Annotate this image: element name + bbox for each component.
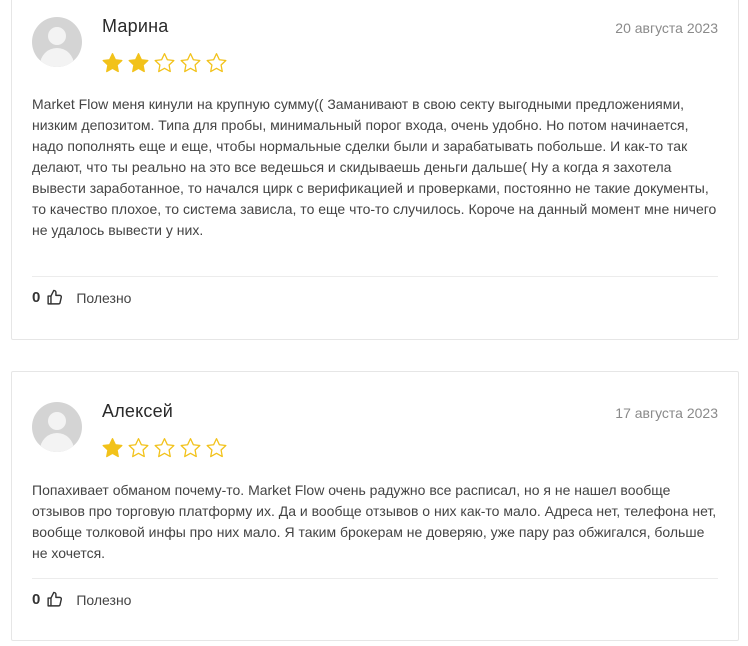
helpful-row: 0 Полезно [32,591,131,608]
review-text: Попахивает обманом почему-то. Market Flo… [32,482,717,561]
review-author-name: Алексей [102,401,174,421]
divider [32,276,718,277]
star-empty-icon [154,53,175,73]
user-avatar-icon [32,17,82,67]
like-count: 0 [32,289,41,306]
helpful-row: 0 Полезно [32,289,131,306]
review-date: 20 августа 2023 [615,20,718,36]
star-empty-icon [128,438,149,458]
review-author-name: Марина [102,16,169,36]
thumbs-up-icon[interactable] [46,289,63,306]
review-text: Market Flow меня кинули на крупную сумму… [32,96,717,238]
user-avatar-icon [32,402,82,452]
thumbs-up-icon[interactable] [46,591,63,608]
divider [32,578,718,579]
star-rating [101,437,228,459]
star-empty-icon [206,53,227,73]
star-empty-icon [206,438,227,458]
star-empty-icon [180,438,201,458]
review-date: 17 августа 2023 [615,405,718,421]
star-empty-icon [180,53,201,73]
star-filled-icon [128,53,149,73]
review-card: Марина 20 августа 2023 Market Flow меня … [11,0,739,340]
star-filled-icon [102,438,123,458]
like-count: 0 [32,591,41,608]
star-rating [101,52,228,74]
star-filled-icon [102,53,123,73]
helpful-button[interactable]: Полезно [76,592,131,608]
review-card: Алексей 17 августа 2023 Попахивает обман… [11,371,739,641]
star-empty-icon [154,438,175,458]
helpful-button[interactable]: Полезно [76,290,131,306]
